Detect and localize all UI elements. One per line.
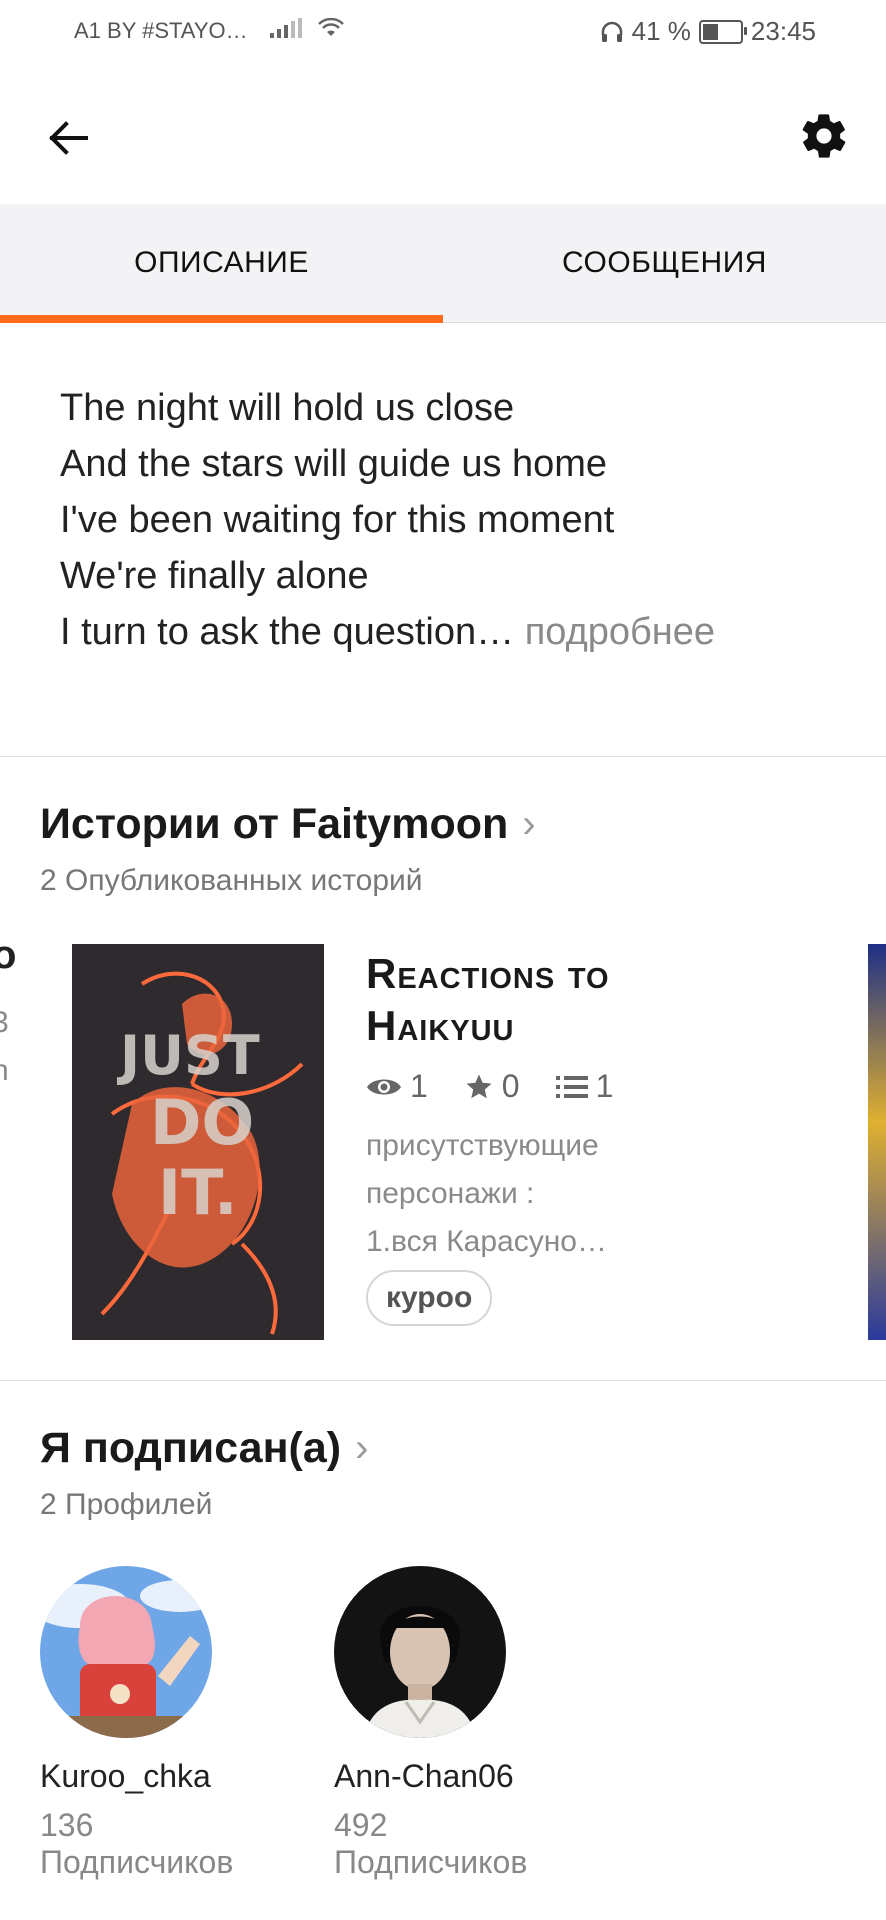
stories-section-header[interactable]: Истории от Faitymoon › <box>40 800 536 849</box>
clock: 23:45 <box>750 16 816 46</box>
battery-percent: 41 % <box>631 16 691 46</box>
carrier-label: A1 BY #STAYO… <box>74 17 344 44</box>
followers-count: 136 <box>40 1807 94 1843</box>
story-stats: 1 0 1 <box>366 1068 613 1105</box>
views-stat: 1 <box>366 1068 428 1105</box>
story-cover-art: JUST DO IT. <box>72 944 324 1340</box>
battery-icon <box>698 19 747 44</box>
tab-messages[interactable]: СООБЩЕНИЯ <box>443 204 886 322</box>
story-desc-line: персонажи : <box>366 1177 535 1210</box>
description-line: We're finally alone <box>60 555 369 597</box>
chevron-right-icon: › <box>355 1426 369 1470</box>
profile-description: The night will hold us close And the sta… <box>60 380 860 660</box>
description-line: And the stars will guide us home <box>60 443 608 485</box>
svg-text:o: o <box>0 944 16 977</box>
active-tab-indicator <box>0 315 443 323</box>
tab-description[interactable]: ОПИСАНИЕ <box>0 204 443 322</box>
description-line: I've been waiting for this moment <box>60 499 615 541</box>
votes-stat: 0 <box>464 1068 520 1105</box>
star-icon <box>466 1074 492 1098</box>
status-bar: A1 BY #STAYO… 41 % 23:45 <box>0 0 886 70</box>
eye-icon <box>367 1079 401 1094</box>
followers-count: 492 <box>334 1807 388 1843</box>
status-right: 41 % 23:45 <box>600 16 816 47</box>
toolbar <box>0 70 886 204</box>
cover-text: DO <box>150 1086 254 1159</box>
svg-text:n: n <box>0 1054 9 1087</box>
avatar <box>40 1566 212 1738</box>
cover-text: JUST <box>116 1024 260 1087</box>
profile-card[interactable]: Ann-Chan06 492 Подписчиков <box>334 1566 594 1881</box>
list-icon <box>555 1075 588 1098</box>
story-title[interactable]: Reactions to Haikyuu <box>366 948 866 1052</box>
story-description: присутствующие персонажи : 1.вся Карасун… <box>366 1122 666 1266</box>
parts-count: 1 <box>595 1068 614 1104</box>
read-more-link[interactable]: подробнее <box>525 611 715 653</box>
stories-section-title: Истории от Faitymoon <box>40 800 509 848</box>
description-line: The night will hold us close <box>60 387 515 429</box>
cover-text: IT. <box>158 1156 238 1229</box>
svg-text:3: 3 <box>0 1006 9 1039</box>
signal-icon <box>269 18 302 38</box>
story-desc-line: присутствующие <box>366 1129 599 1162</box>
votes-count: 0 <box>501 1068 520 1104</box>
following-section-title: Я подписан(а) <box>40 1424 342 1472</box>
carrier-text: A1 BY #STAYO… <box>74 18 248 43</box>
wifi-icon <box>318 17 344 36</box>
tab-bar: ОПИСАНИЕ СООБЩЕНИЯ <box>0 204 886 323</box>
following-section-header[interactable]: Я подписан(а) › <box>40 1424 368 1473</box>
parts-stat: 1 <box>555 1068 614 1105</box>
next-story-peek[interactable] <box>868 944 886 1340</box>
stories-count: 2 Опубликованных историй <box>40 864 423 897</box>
story-title-line: Haikyuu <box>366 1002 515 1049</box>
story-title-line: Reactions to <box>366 950 610 997</box>
divider <box>0 756 886 757</box>
back-arrow-icon[interactable] <box>40 110 96 166</box>
story-cover[interactable]: JUST DO IT. <box>72 944 324 1340</box>
followers-label: Подписчиков <box>334 1844 528 1880</box>
story-tag[interactable]: куроо <box>366 1270 493 1326</box>
followers-label: Подписчиков <box>40 1844 234 1880</box>
chevron-right-icon: › <box>522 802 536 846</box>
settings-gear-icon[interactable] <box>792 104 856 168</box>
profile-name: Ann-Chan06 <box>334 1758 514 1794</box>
avatar <box>334 1566 506 1738</box>
profiles-count: 2 Профилей <box>40 1488 213 1521</box>
previous-story-peek[interactable]: o 3 n <box>0 944 20 1340</box>
profile-card[interactable]: Kuroo_chka 136 Подписчиков <box>40 1566 300 1881</box>
headphones-icon <box>601 21 622 42</box>
views-count: 1 <box>410 1068 428 1104</box>
divider <box>0 1380 886 1381</box>
description-last-line: I turn to ask the question… подробнее <box>60 604 860 660</box>
description-line: I turn to ask the question… <box>60 611 515 653</box>
profile-name: Kuroo_chka <box>40 1758 211 1794</box>
story-desc-line: 1.вся Карасуно… <box>366 1225 607 1258</box>
